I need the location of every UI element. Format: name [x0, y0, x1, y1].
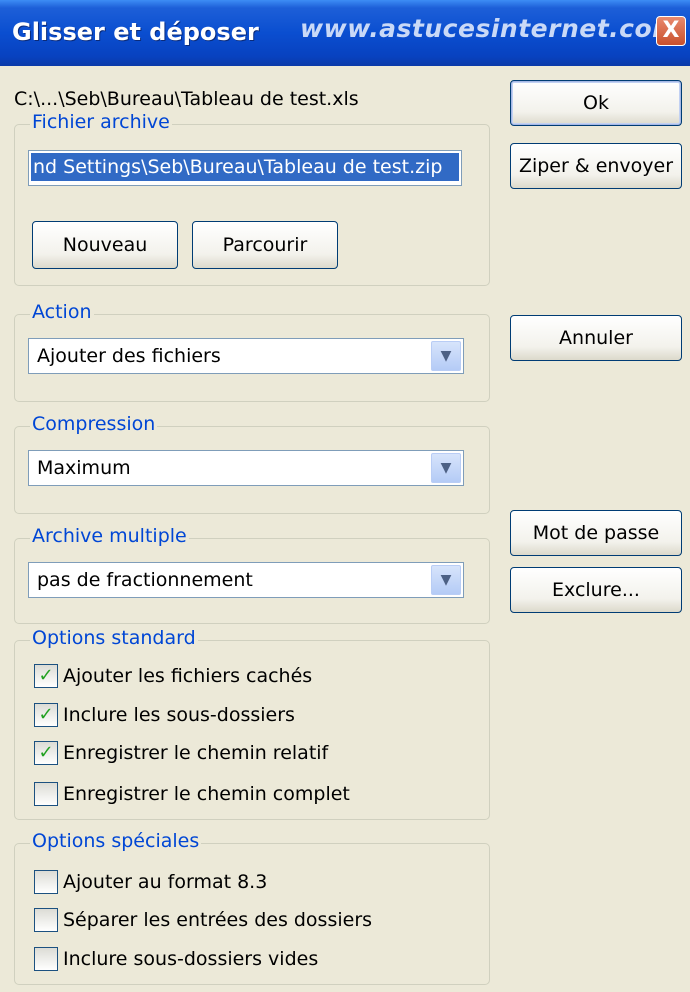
checkbox-unchecked-icon[interactable]: [34, 870, 58, 894]
chevron-down-icon[interactable]: ▼: [431, 565, 461, 595]
chevron-down-icon[interactable]: ▼: [431, 453, 461, 483]
cancel-button[interactable]: Annuler: [510, 315, 682, 361]
multi-archive-legend: Archive multiple: [30, 525, 189, 547]
password-button[interactable]: Mot de passe: [510, 510, 682, 556]
checkbox-unchecked-icon[interactable]: [34, 782, 58, 806]
multi-archive-selected-value: pas de fractionnement: [37, 569, 253, 591]
source-path-label: C:\...\Seb\Bureau\Tableau de test.xls: [14, 88, 359, 110]
action-legend: Action: [30, 301, 94, 323]
archive-path-value: nd Settings\Seb\Bureau\Tableau de test.z…: [31, 153, 459, 181]
checkbox-checked-icon[interactable]: ✓: [34, 703, 58, 727]
checkbox-label: Enregistrer le chemin relatif: [63, 742, 329, 764]
close-icon: X: [662, 18, 680, 43]
checkbox-label: Séparer les entrées des dossiers: [63, 909, 373, 931]
action-selected-value: Ajouter des fichiers: [37, 345, 221, 367]
title-bar[interactable]: Glisser et déposer www.astucesinternet.c…: [0, 0, 690, 66]
compression-legend: Compression: [30, 413, 158, 435]
checkbox-label: Ajouter au format 8.3: [63, 871, 268, 893]
checkbox-relative-path[interactable]: ✓ Enregistrer le chemin relatif: [34, 741, 328, 765]
checkbox-unchecked-icon[interactable]: [34, 947, 58, 971]
close-button[interactable]: X: [656, 16, 686, 46]
action-select[interactable]: Ajouter des fichiers ▼: [28, 338, 464, 374]
browse-button[interactable]: Parcourir: [192, 221, 338, 269]
new-archive-button[interactable]: Nouveau: [32, 221, 178, 269]
compression-selected-value: Maximum: [37, 457, 131, 479]
zip-send-button[interactable]: Ziper & envoyer: [510, 143, 682, 189]
standard-options-legend: Options standard: [30, 627, 198, 649]
dialog-window: Glisser et déposer www.astucesinternet.c…: [0, 0, 690, 992]
checkbox-checked-icon[interactable]: ✓: [34, 741, 58, 765]
checkbox-unchecked-icon[interactable]: [34, 908, 58, 932]
checkbox-label: Ajouter les fichiers cachés: [63, 665, 313, 687]
checkbox-hidden-files[interactable]: ✓ Ajouter les fichiers cachés: [34, 664, 312, 688]
checkbox-separate-folders[interactable]: Séparer les entrées des dossiers: [34, 908, 372, 932]
checkbox-format-83[interactable]: Ajouter au format 8.3: [34, 870, 267, 894]
checkbox-label: Enregistrer le chemin complet: [63, 783, 350, 805]
watermark: www.astucesinternet.com: [300, 14, 679, 43]
checkbox-label: Inclure les sous-dossiers: [63, 704, 295, 726]
checkbox-label: Inclure sous-dossiers vides: [63, 948, 319, 970]
exclude-button[interactable]: Exclure...: [510, 567, 682, 613]
checkbox-full-path[interactable]: Enregistrer le chemin complet: [34, 782, 350, 806]
checkbox-checked-icon[interactable]: ✓: [34, 664, 58, 688]
ok-button[interactable]: Ok: [510, 80, 682, 126]
checkbox-subfolders[interactable]: ✓ Inclure les sous-dossiers: [34, 703, 295, 727]
window-title: Glisser et déposer: [12, 18, 259, 46]
special-options-legend: Options spéciales: [30, 830, 202, 852]
checkbox-empty-folders[interactable]: Inclure sous-dossiers vides: [34, 947, 318, 971]
multi-archive-select[interactable]: pas de fractionnement ▼: [28, 562, 464, 598]
archive-legend: Fichier archive: [30, 111, 172, 133]
chevron-down-icon[interactable]: ▼: [431, 341, 461, 371]
compression-select[interactable]: Maximum ▼: [28, 450, 464, 486]
archive-path-field[interactable]: nd Settings\Seb\Bureau\Tableau de test.z…: [28, 150, 462, 186]
